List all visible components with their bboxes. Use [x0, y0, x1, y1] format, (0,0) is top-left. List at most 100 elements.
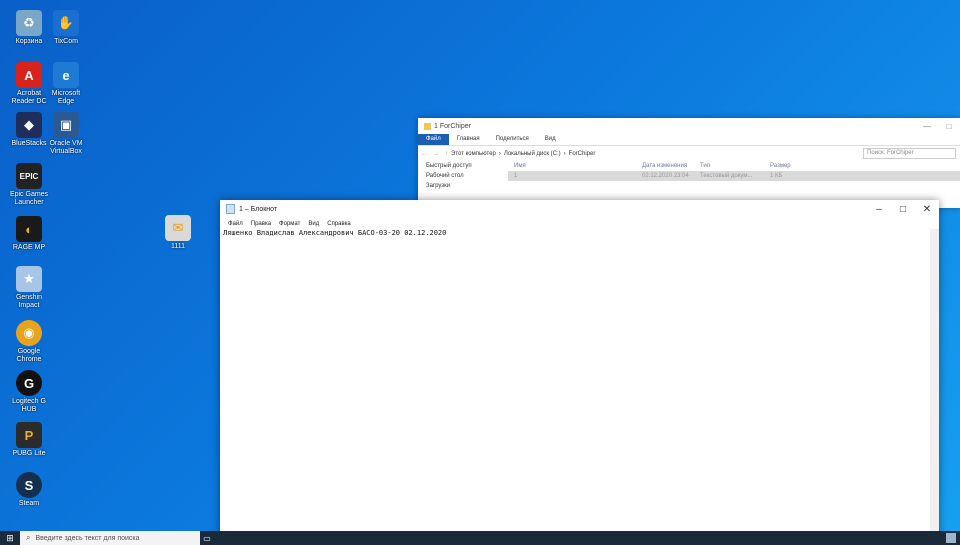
forward-arrow-icon[interactable]: → [430, 151, 442, 157]
desktop-icon-epic[interactable]: EPIC Epic Games Launcher [9, 163, 49, 207]
file-name: 1 [514, 173, 518, 179]
desktop-icon-steam[interactable]: S Steam [9, 472, 49, 508]
nav-item-desktop[interactable]: Рабочий стол [426, 171, 508, 181]
file-row[interactable]: 1 02.12.2020 23:04 Текстовый докум... 1 … [508, 171, 960, 181]
nav-item-downloads[interactable]: Загрузки [426, 181, 508, 191]
acrobat-icon: A [16, 62, 42, 88]
file-list-header: Имя Дата изменения Тип Размер [508, 161, 960, 171]
file-list: Имя Дата изменения Тип Размер 1 02.12.20… [508, 161, 960, 191]
desktop-icon-edge[interactable]: e Microsoft Edge [46, 62, 86, 106]
breadcrumb-item[interactable]: Локальный диск (C:) [504, 151, 561, 157]
desktop-icon-label: BlueStacks [11, 140, 47, 147]
file-type: Текстовый докум... [700, 173, 753, 179]
bluestacks-icon: ◆ [16, 112, 42, 138]
tixcom-icon: ✋ [53, 10, 79, 36]
explorer-address-bar: ← → ↑ Этот компьютер › Локальный диск (C:… [418, 145, 960, 161]
minimize-button[interactable]: – [867, 204, 891, 215]
tab-view[interactable]: Вид [537, 134, 564, 145]
desktop-icon-label: Google Chrome [16, 348, 42, 363]
pubg-icon: P [16, 422, 42, 448]
taskbar-search-placeholder: Введите здесь текст для поиска [35, 534, 140, 542]
folder-icon [424, 122, 431, 130]
note-icon: ✉ [165, 215, 191, 241]
desktop-icon-recycle-bin[interactable]: ♻ Корзина [9, 10, 49, 46]
steam-icon: S [16, 472, 42, 498]
recycle-bin-icon: ♻ [16, 10, 42, 36]
column-header-type[interactable]: Тип [700, 161, 770, 171]
windows-start-icon[interactable]: ⊞ [0, 531, 20, 545]
menu-file[interactable]: Файл [224, 221, 247, 227]
desktop-icon-tixcom[interactable]: ✋ TixCom [46, 10, 86, 46]
column-header-size[interactable]: Размер [770, 161, 810, 171]
chrome-icon: ◉ [16, 320, 42, 346]
explorer-window: 1 ForChiper — □ Файл Главная Поделиться … [418, 118, 960, 208]
up-arrow-icon[interactable]: ↑ [442, 151, 451, 157]
file-date: 02.12.2020 23:04 [642, 173, 689, 179]
nav-item-quick-access[interactable]: Быстрый доступ [426, 161, 508, 171]
task-view-icon[interactable]: ▭ [200, 531, 214, 545]
desktop-icon-label: Microsoft Edge [51, 90, 81, 105]
explorer-title-bar[interactable]: 1 ForChiper — □ [418, 118, 960, 134]
menu-format[interactable]: Формат [275, 221, 304, 227]
app-icon-1: ◐ [16, 216, 42, 242]
notepad-title-bar[interactable]: 1 – Блокнот – □ ✕ [220, 200, 939, 218]
breadcrumb-item[interactable]: Этот компьютер [451, 151, 496, 157]
menu-view[interactable]: Вид [304, 221, 323, 227]
menu-help[interactable]: Справка [323, 221, 355, 227]
menu-edit[interactable]: Правка [247, 221, 275, 227]
desktop-icon-genshin[interactable]: ★ Genshin Impact [9, 266, 49, 310]
desktop-icon-chrome[interactable]: ◉ Google Chrome [9, 320, 49, 364]
notepad-title: 1 – Блокнот [239, 205, 278, 213]
desktop-icon-virtualbox[interactable]: ▣ Oracle VM VirtualBox [46, 112, 86, 156]
explorer-body: Быстрый доступ Рабочий стол Загрузки Имя… [418, 161, 960, 191]
explorer-minimize-button[interactable]: — [916, 122, 938, 131]
explorer-nav-pane: Быстрый доступ Рабочий стол Загрузки [418, 161, 508, 191]
desktop-icon-label: Genshin Impact [15, 294, 43, 309]
tab-share[interactable]: Поделиться [488, 134, 537, 145]
explorer-maximize-button[interactable]: □ [938, 122, 960, 131]
maximize-button[interactable]: □ [891, 204, 915, 215]
file-size: 1 КБ [770, 173, 783, 179]
breadcrumb[interactable]: Этот компьютер › Локальный диск (C:) › For… [451, 151, 863, 157]
notepad-window: 1 – Блокнот – □ ✕ Файл Правка Формат Вид… [220, 200, 939, 545]
tab-home[interactable]: Главная [449, 134, 488, 145]
desktop-icon-label: Logitech G HUB [12, 398, 46, 413]
logitech-icon: G [16, 370, 42, 396]
edge-icon: e [53, 62, 79, 88]
desktop-icon-label: TixCom [54, 38, 78, 45]
close-button[interactable]: ✕ [915, 204, 939, 215]
column-header-name[interactable]: Имя [508, 161, 642, 171]
genshin-icon: ★ [16, 266, 42, 292]
taskbar: ⊞ ⌕ Введите здесь текст для поиска ▭ [0, 531, 960, 545]
notification-icon[interactable] [946, 533, 956, 543]
desktop-icon-pubg[interactable]: P PUBG Lite [9, 422, 49, 458]
desktop-icon-label: RAGE MP [12, 244, 46, 251]
explorer-search-input[interactable]: Поиск: ForChiper [863, 148, 956, 159]
notepad-text-area[interactable]: Ляшенко Владислав Александрович БАСО-03-… [220, 229, 930, 545]
desktop-icon-bluestacks[interactable]: ◆ BlueStacks [9, 112, 49, 148]
desktop-icon-label: Acrobat Reader DC [11, 90, 47, 105]
desktop-icon-acrobat[interactable]: A Acrobat Reader DC [9, 62, 49, 106]
explorer-ribbon-tabs: Файл Главная Поделиться Вид [418, 134, 960, 145]
epic-icon: EPIC [16, 163, 42, 189]
search-icon: ⌕ [26, 533, 31, 542]
desktop-icon-label: Корзина [15, 38, 43, 45]
column-header-date[interactable]: Дата изменения [642, 161, 700, 171]
notepad-menu-bar: Файл Правка Формат Вид Справка [220, 218, 939, 229]
desktop-icon-rage[interactable]: ◐ RAGE MP [9, 216, 49, 252]
virtualbox-icon: ▣ [53, 112, 79, 138]
desktop-icon-label: Epic Games Launcher [9, 191, 49, 206]
desktop-icon-label: Steam [18, 500, 40, 507]
breadcrumb-item[interactable]: ForChiper [569, 151, 596, 157]
desktop-icon-logitech[interactable]: G Logitech G HUB [9, 370, 49, 414]
desktop-icon-note[interactable]: ✉ 1111 [158, 215, 198, 251]
notepad-icon [226, 204, 235, 214]
back-arrow-icon[interactable]: ← [418, 151, 430, 157]
tab-file[interactable]: Файл [418, 134, 449, 145]
desktop-icon-label: Oracle VM VirtualBox [49, 140, 83, 155]
explorer-title: 1 ForChiper [434, 122, 471, 130]
vertical-scrollbar[interactable] [930, 229, 939, 545]
desktop-icon-label: PUBG Lite [12, 450, 46, 457]
taskbar-search-input[interactable]: ⌕ Введите здесь текст для поиска [20, 531, 200, 545]
desktop-icon-label: 1111 [170, 243, 185, 250]
